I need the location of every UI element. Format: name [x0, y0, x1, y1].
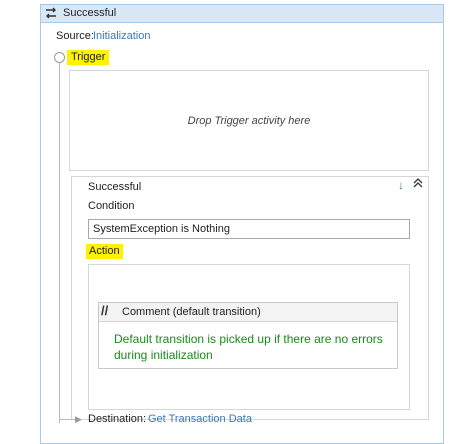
destination-link[interactable]: Get Transaction Data [148, 413, 252, 425]
destination-label: Destination: [88, 413, 147, 425]
trigger-connector-circle-icon [54, 52, 65, 63]
connector-line [59, 58, 60, 423]
condition-input[interactable] [88, 219, 410, 239]
comment-text[interactable]: Default transition is picked up if there… [114, 331, 394, 363]
trigger-label: Trigger [67, 50, 110, 65]
collapse-icon[interactable] [412, 177, 424, 189]
destination-connector-line [60, 419, 76, 420]
action-label: Action [86, 244, 123, 259]
comment-title: Comment (default transition) [122, 306, 261, 318]
arrow-right-icon: ▶ [75, 414, 82, 424]
panel-title: Successful [88, 181, 142, 193]
transition-title: Successful [63, 7, 117, 19]
condition-label: Condition [88, 200, 135, 212]
source-link[interactable]: Initialization [93, 30, 150, 42]
source-label: Source: [56, 30, 94, 42]
arrow-down-icon[interactable]: ↓ [398, 178, 404, 192]
comment-icon: // [101, 303, 109, 318]
transition-icon [46, 7, 56, 19]
trigger-drop-hint: Drop Trigger activity here [187, 115, 311, 127]
